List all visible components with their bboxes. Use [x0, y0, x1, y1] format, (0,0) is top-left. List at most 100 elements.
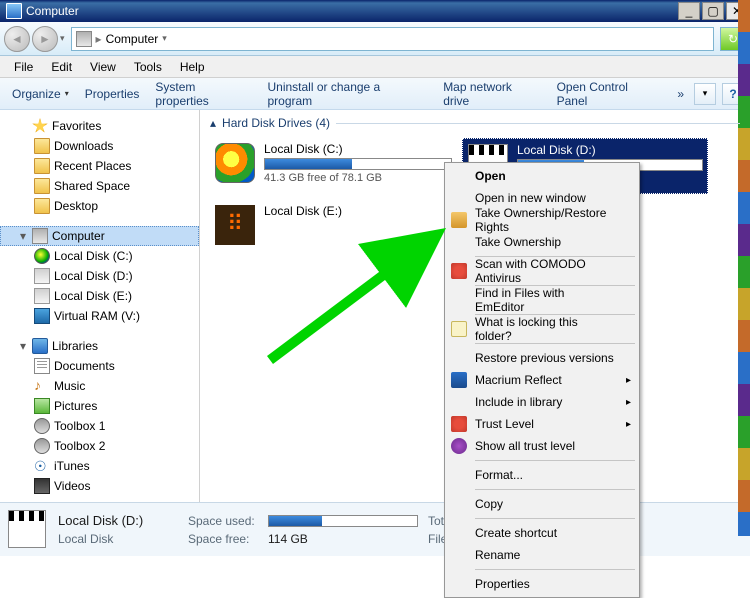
menu-edit[interactable]: Edit: [43, 58, 80, 76]
details-title: Local Disk (D:): [58, 513, 188, 528]
organize-button[interactable]: Organize: [6, 83, 75, 105]
window-title: Computer: [26, 4, 79, 18]
toolbox-icon: [34, 418, 50, 434]
map-network-drive-button[interactable]: Map network drive: [437, 76, 546, 112]
drive-local-disk-e[interactable]: ⠿ Local Disk (E:): [210, 200, 456, 256]
drive-icon: [34, 308, 50, 324]
group-header-hard-disk-drives[interactable]: ▴ Hard Disk Drives (4): [210, 116, 740, 130]
ctx-whats-locking[interactable]: What is locking this folder?: [447, 318, 637, 340]
itunes-icon: ☉: [34, 458, 50, 474]
star-icon: [32, 118, 48, 134]
uninstall-button[interactable]: Uninstall or change a program: [261, 76, 433, 112]
tree-local-disk-e[interactable]: Local Disk (E:): [0, 286, 199, 306]
ctx-take-ownership[interactable]: Take Ownership: [447, 231, 637, 253]
music-icon: ♪: [34, 378, 50, 394]
ctx-rename[interactable]: Rename: [447, 544, 637, 566]
ctx-emeditor[interactable]: Find in Files with EmEditor: [447, 289, 637, 311]
maximize-button[interactable]: ▢: [702, 2, 724, 20]
ctx-properties[interactable]: Properties: [447, 573, 637, 595]
context-menu: Open Open in new window Take Ownership/R…: [444, 162, 640, 598]
more-chevron-icon[interactable]: »: [671, 83, 690, 105]
details-space-gauge: [268, 515, 418, 527]
tree-pictures[interactable]: Pictures: [0, 396, 199, 416]
ctx-format[interactable]: Format...: [447, 464, 637, 486]
caret-icon[interactable]: ▾: [18, 339, 28, 353]
back-button[interactable]: ◄: [4, 26, 30, 52]
ctx-restore-previous[interactable]: Restore previous versions: [447, 347, 637, 369]
navigation-pane: Favorites Downloads Recent Places Shared…: [0, 110, 200, 502]
submenu-arrow-icon: ▸: [626, 397, 631, 408]
tree-favorites[interactable]: Favorites: [0, 116, 199, 136]
forward-button[interactable]: ►: [32, 26, 58, 52]
space-gauge: [264, 158, 452, 170]
navigation-bar: ◄ ► ▾ ▸ Computer ▾ ↻: [0, 22, 750, 56]
collapse-icon[interactable]: ▴: [210, 116, 216, 130]
computer-icon: [32, 228, 48, 244]
tree-videos[interactable]: Videos: [0, 476, 199, 496]
ctx-macrium-reflect[interactable]: Macrium Reflect▸: [447, 369, 637, 391]
tree-toolbox-2[interactable]: Toolbox 2: [0, 436, 199, 456]
document-icon: [34, 358, 50, 374]
caret-icon[interactable]: ▾: [18, 229, 28, 243]
menu-view[interactable]: View: [82, 58, 124, 76]
ctx-open[interactable]: Open: [447, 165, 637, 187]
ctx-trust-level[interactable]: Trust Level▸: [447, 413, 637, 435]
toolbox-icon: [34, 438, 50, 454]
ctx-include-library[interactable]: Include in library▸: [447, 391, 637, 413]
tree-desktop[interactable]: Desktop: [0, 196, 199, 216]
computer-icon: [6, 3, 22, 19]
tree-virtual-ram[interactable]: Virtual RAM (V:): [0, 306, 199, 326]
tree-downloads[interactable]: Downloads: [0, 136, 199, 156]
submenu-arrow-icon: ▸: [626, 419, 631, 430]
system-properties-button[interactable]: System properties: [149, 76, 257, 112]
ownership-icon: [451, 212, 467, 228]
drive-icon: [34, 248, 50, 264]
picture-icon: [34, 398, 50, 414]
drive-icon: [34, 268, 50, 284]
address-bar[interactable]: ▸ Computer ▾: [71, 27, 714, 51]
tree-toolbox-1[interactable]: Toolbox 1: [0, 416, 199, 436]
menu-file[interactable]: File: [6, 58, 41, 76]
drive-e-icon: ⠿: [214, 204, 256, 246]
computer-icon: [76, 31, 92, 47]
properties-button[interactable]: Properties: [79, 83, 146, 105]
ctx-scan-comodo[interactable]: Scan with COMODO Antivirus: [447, 260, 637, 282]
selected-drive-icon: [8, 510, 48, 550]
minimize-button[interactable]: _: [678, 2, 700, 20]
submenu-arrow-icon: ▸: [626, 375, 631, 386]
folder-icon: [34, 158, 50, 174]
folder-icon: [34, 178, 50, 194]
tree-local-disk-c[interactable]: Local Disk (C:): [0, 246, 199, 266]
menu-help[interactable]: Help: [172, 58, 213, 76]
drive-icon: [34, 288, 50, 304]
tree-libraries[interactable]: ▾ Libraries: [0, 336, 199, 356]
menu-tools[interactable]: Tools: [126, 58, 170, 76]
video-icon: [34, 478, 50, 494]
drive-local-disk-c[interactable]: Local Disk (C:) 41.3 GB free of 78.1 GB: [210, 138, 456, 194]
tree-shared-space[interactable]: Shared Space: [0, 176, 199, 196]
trust-icon: [451, 438, 467, 454]
tree-music[interactable]: ♪Music: [0, 376, 199, 396]
ctx-take-ownership-restore[interactable]: Take Ownership/Restore Rights: [447, 209, 637, 231]
views-button[interactable]: ▾: [694, 83, 716, 105]
tree-local-disk-d[interactable]: Local Disk (D:): [0, 266, 199, 286]
tree-computer[interactable]: ▾ Computer: [0, 226, 199, 246]
shield-icon: [451, 416, 467, 432]
tree-documents[interactable]: Documents: [0, 356, 199, 376]
history-chevron-icon[interactable]: ▾: [60, 33, 65, 44]
open-control-panel-button[interactable]: Open Control Panel: [551, 76, 668, 112]
window-titlebar[interactable]: Computer _ ▢ ✕: [0, 0, 750, 22]
ctx-create-shortcut[interactable]: Create shortcut: [447, 522, 637, 544]
folder-icon: [34, 198, 50, 214]
folder-icon: [34, 138, 50, 154]
libraries-icon: [32, 338, 48, 354]
tree-itunes[interactable]: ☉iTunes: [0, 456, 199, 476]
comodo-icon: [451, 263, 467, 279]
ctx-copy[interactable]: Copy: [447, 493, 637, 515]
drive-c-icon: [214, 142, 256, 184]
lock-icon: [451, 321, 467, 337]
tree-recent-places[interactable]: Recent Places: [0, 156, 199, 176]
address-chevron-icon[interactable]: ▾: [162, 33, 167, 44]
address-location: Computer: [106, 32, 159, 46]
ctx-show-trust[interactable]: Show all trust level: [447, 435, 637, 457]
